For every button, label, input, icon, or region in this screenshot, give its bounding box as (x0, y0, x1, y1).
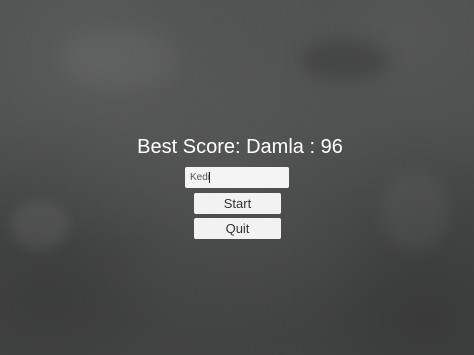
background-stain (60, 30, 180, 90)
background-stain (300, 40, 390, 80)
background-stain (380, 170, 450, 250)
best-score-text: Best Score: Damla : 96 (137, 136, 343, 158)
player-name-input[interactable] (185, 167, 289, 188)
start-button[interactable]: Start (194, 193, 281, 214)
quit-button[interactable]: Quit (194, 218, 281, 239)
text-caret (209, 172, 210, 183)
background-stain (10, 200, 70, 250)
